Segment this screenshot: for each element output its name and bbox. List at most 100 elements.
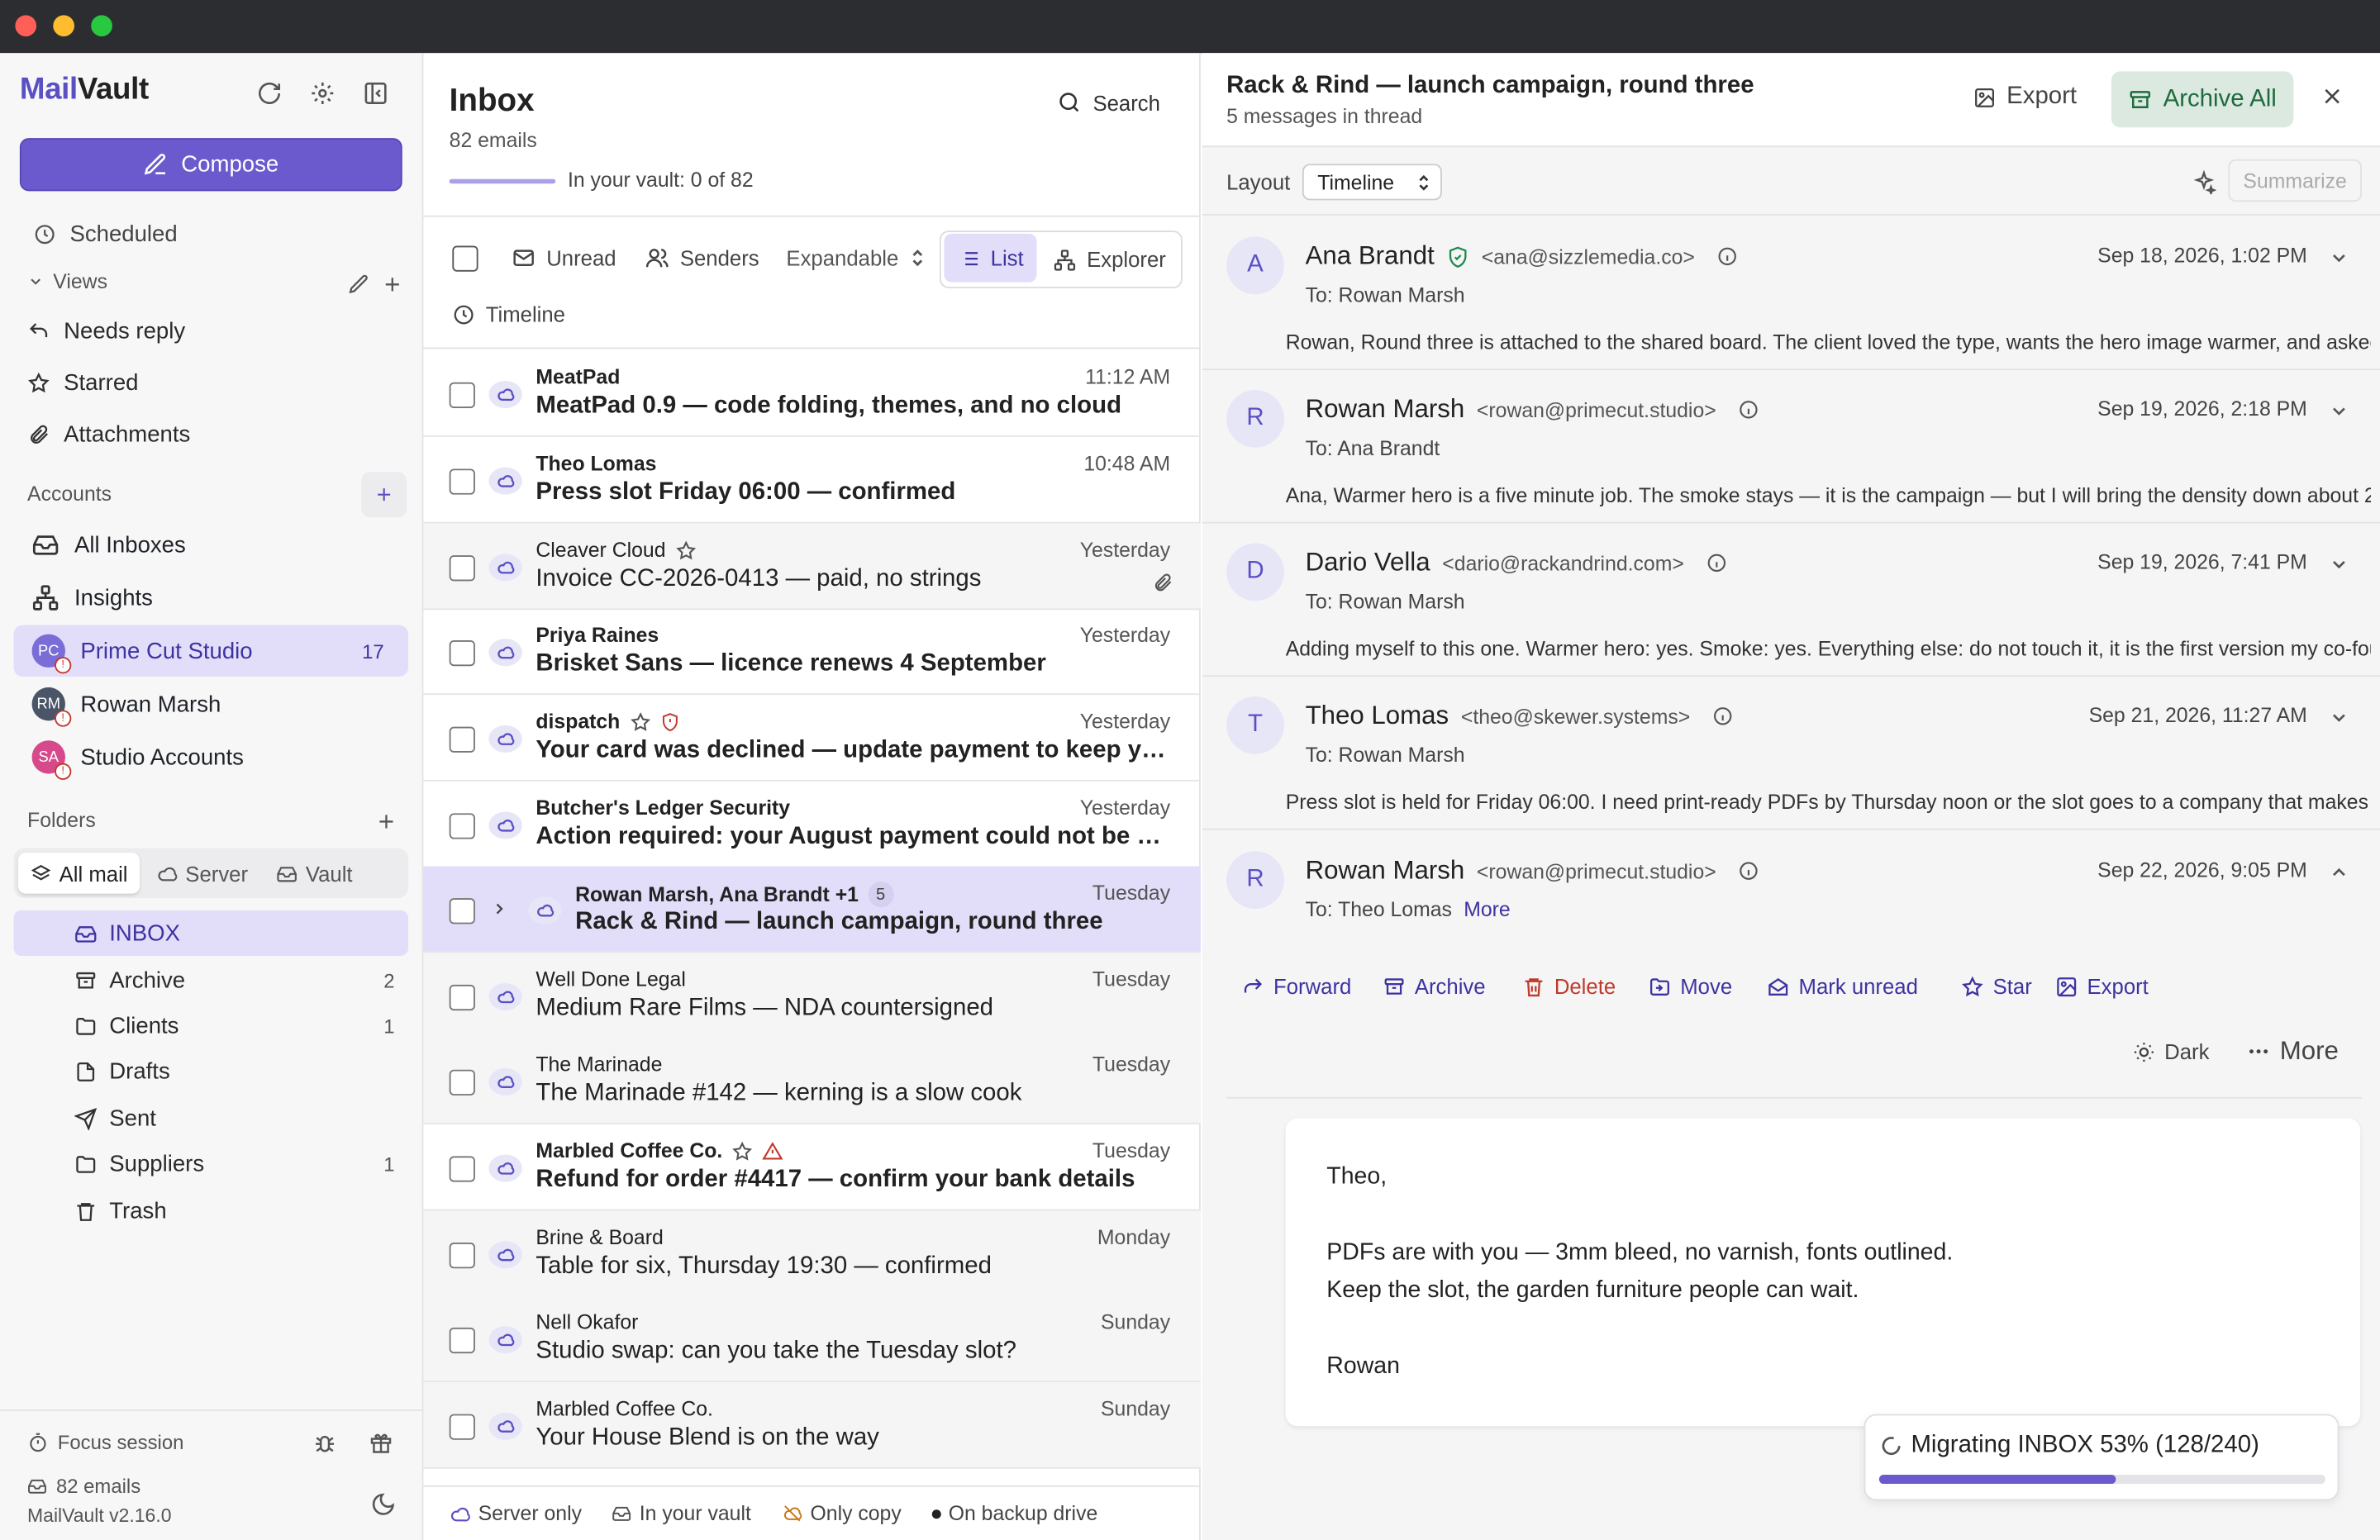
sidebar-item-starred[interactable]: Starred [27, 364, 139, 401]
row-checkbox[interactable] [449, 984, 475, 1011]
list-item[interactable]: Well Done Legal Medium Rare Films — NDA … [423, 953, 1201, 1039]
chevron-right-icon[interactable] [490, 900, 508, 918]
dark-mode-button[interactable]: Dark [2133, 1039, 2209, 1063]
sidebar-item-all-inboxes[interactable]: All Inboxes [14, 519, 409, 570]
folder-drafts[interactable]: Drafts [14, 1048, 409, 1094]
move-button[interactable]: Move [1649, 974, 1732, 998]
row-checkbox[interactable] [449, 1069, 475, 1096]
chevron-down-icon[interactable] [2329, 707, 2350, 729]
row-checkbox[interactable] [449, 639, 475, 667]
star-icon[interactable] [629, 711, 650, 732]
folder-archive[interactable]: Archive 2 [14, 958, 409, 1003]
focus-session-button[interactable]: Focus session [27, 1431, 183, 1453]
layout-select[interactable]: Timeline [1302, 164, 1442, 201]
sparkles-icon[interactable] [2192, 169, 2216, 195]
bug-icon[interactable] [308, 1426, 341, 1459]
compose-button[interactable]: Compose [19, 138, 402, 192]
chevron-down-icon[interactable] [2329, 401, 2350, 422]
export-button[interactable]: Export [1973, 83, 2077, 111]
list-item[interactable]: Marbled Coffee Co. Your House Blend is o… [423, 1382, 1201, 1469]
collapse-sidebar-icon[interactable] [358, 76, 391, 109]
chevron-down-icon[interactable] [2329, 554, 2350, 575]
row-checkbox[interactable] [449, 1243, 475, 1269]
more-recipients-link[interactable]: More [1464, 898, 1511, 921]
info-icon[interactable] [1716, 246, 1738, 268]
account-rowan-marsh[interactable]: RM! Rowan Marsh [14, 678, 409, 730]
mark-unread-button[interactable]: Mark unread [1767, 974, 1918, 998]
star-button[interactable]: Star [1961, 974, 2032, 998]
zoom-window-button[interactable] [91, 15, 112, 37]
views-header[interactable]: Views [27, 270, 107, 292]
select-all-checkbox[interactable] [452, 232, 478, 283]
row-checkbox[interactable] [449, 898, 475, 924]
folder-inbox[interactable]: INBOX [13, 910, 409, 956]
info-icon[interactable] [1711, 706, 1733, 727]
list-item[interactable]: The Marinade The Marinade #142 — kerning… [423, 1038, 1201, 1124]
thread-message[interactable]: D Dario Vella <dario@rackandrind.com> Se… [1202, 524, 2380, 677]
minimize-window-button[interactable] [53, 15, 74, 37]
list-item[interactable]: MeatPad MeatPad 0.9 — code folding, them… [423, 350, 1201, 437]
account-prime-cut-studio[interactable]: PC! Prime Cut Studio 17 [13, 625, 409, 677]
more-button[interactable]: More [2246, 1036, 2339, 1067]
gear-icon[interactable] [305, 76, 338, 109]
list-item[interactable]: Brine & Board Table for six, Thursday 19… [423, 1210, 1201, 1298]
summarize-button[interactable]: Summarize [2228, 159, 2362, 202]
tab-server[interactable]: Server [145, 853, 260, 894]
thread-message[interactable]: A Ana Brandt <ana@sizzlemedia.co> Sep 18… [1202, 217, 2380, 371]
filter-senders[interactable]: Senders [645, 232, 759, 283]
expandable-select[interactable]: Expandable [786, 232, 926, 283]
folder-suppliers[interactable]: Suppliers 1 [14, 1141, 409, 1186]
row-checkbox[interactable] [449, 813, 475, 839]
folder-sent[interactable]: Sent [14, 1096, 409, 1141]
forward-button[interactable]: Forward [1241, 974, 1351, 998]
list-item[interactable]: Theo Lomas Press slot Friday 06:00 — con… [423, 437, 1201, 524]
list-item[interactable]: Priya Raines Brisket Sans — licence rene… [423, 608, 1201, 696]
row-checkbox[interactable] [449, 555, 475, 582]
row-checkbox[interactable] [449, 468, 475, 495]
row-checkbox[interactable] [449, 1414, 475, 1440]
edit-views-icon[interactable] [341, 267, 374, 300]
thread-message[interactable]: R Rowan Marsh <rowan@primecut.studio> Se… [1202, 370, 2380, 524]
thread-message[interactable]: T Theo Lomas <theo@skewer.systems> Sep 2… [1202, 677, 2380, 830]
row-checkbox[interactable] [449, 1327, 475, 1354]
add-folder-icon[interactable] [369, 804, 402, 837]
sidebar-item-scheduled[interactable]: Scheduled [33, 216, 178, 252]
sidebar-item-attachments[interactable]: Attachments [27, 416, 190, 452]
close-icon[interactable] [2320, 83, 2345, 109]
archive-all-button[interactable]: Archive All [2111, 71, 2294, 128]
star-icon[interactable] [675, 539, 697, 561]
list-item[interactable]: Marbled Coffee Co. Refund for order #441… [423, 1124, 1201, 1211]
list-item[interactable]: Butcher's Ledger Security Action require… [423, 782, 1201, 868]
info-icon[interactable] [1706, 552, 1727, 573]
search-button[interactable]: Search [1056, 89, 1160, 115]
list-item[interactable]: dispatch Your card was declined — update… [423, 695, 1201, 782]
list-item[interactable]: Nell Okafor Studio swap: can you take th… [423, 1295, 1201, 1383]
close-window-button[interactable] [15, 15, 37, 37]
refresh-icon[interactable] [252, 76, 285, 109]
chevron-down-icon[interactable] [2329, 247, 2350, 269]
archive-button[interactable]: Archive [1383, 974, 1486, 998]
sidebar-item-insights[interactable]: Insights [14, 572, 409, 623]
folder-clients[interactable]: Clients 1 [14, 1003, 409, 1048]
account-studio-accounts[interactable]: SA! Studio Accounts [14, 731, 409, 782]
row-checkbox[interactable] [449, 726, 475, 753]
row-checkbox[interactable] [449, 1156, 475, 1182]
delete-button[interactable]: Delete [1522, 974, 1616, 998]
folder-trash[interactable]: Trash [14, 1188, 409, 1233]
add-view-icon[interactable] [375, 267, 408, 300]
view-explorer-button[interactable]: Explorer [1054, 234, 1166, 285]
filter-timeline[interactable]: Timeline [452, 288, 565, 340]
gift-icon[interactable] [364, 1426, 397, 1459]
moon-icon[interactable] [366, 1487, 399, 1520]
info-icon[interactable] [1737, 399, 1759, 421]
list-item[interactable]: Cleaver Cloud Invoice CC-2026-0413 — pai… [423, 523, 1201, 611]
info-icon[interactable] [1737, 860, 1759, 882]
list-item-selected[interactable]: Rowan Marsh, Ana Brandt +1 5 Rack & Rind … [423, 866, 1201, 953]
filter-unread[interactable]: Unread [512, 232, 616, 283]
star-icon[interactable] [731, 1140, 753, 1162]
chevron-up-icon[interactable] [2329, 862, 2350, 883]
export-message-button[interactable]: Export [2055, 974, 2149, 998]
sidebar-item-needs-reply[interactable]: Needs reply [27, 312, 185, 349]
tab-all-mail[interactable]: All mail [18, 853, 140, 894]
view-list-button[interactable]: List [944, 233, 1037, 283]
